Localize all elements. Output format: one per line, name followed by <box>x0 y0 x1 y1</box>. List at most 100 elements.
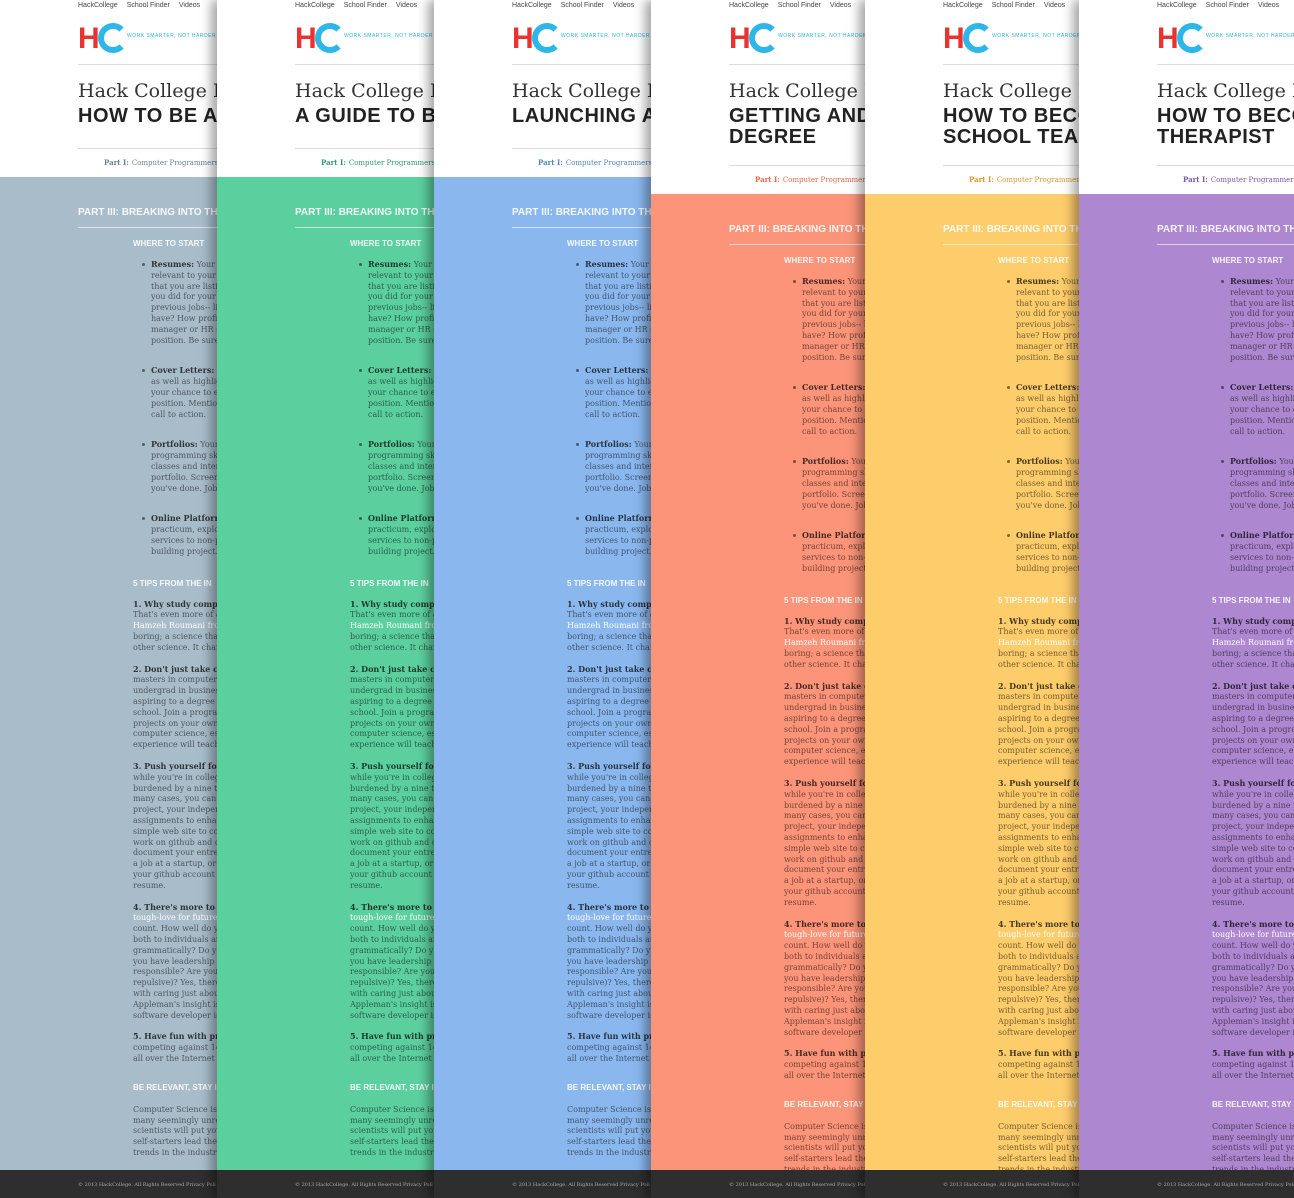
nav-link-school-finder[interactable]: School Finder <box>127 2 170 9</box>
bullet-line: previous jobs-- lis <box>151 303 223 313</box>
footer-copyright: © 2013 HackCollege. All Rights Reserved … <box>943 1182 1081 1188</box>
tip-line: burdened by a nine to <box>133 783 223 793</box>
tip-line: project, your independ <box>350 805 443 815</box>
nav-link-videos[interactable]: Videos <box>179 2 200 9</box>
hc-logo[interactable]: H <box>1157 22 1227 56</box>
bullet-line: your chance to ex <box>151 387 223 397</box>
hc-logo[interactable]: H <box>78 22 148 56</box>
bullet-line: manager or HR su <box>585 324 660 334</box>
tip-line: other science. It chang <box>998 659 1092 669</box>
tip-line: document your entrep <box>350 848 441 858</box>
tip-line: both to individuals an <box>1212 951 1294 961</box>
nav-link-videos[interactable]: Videos <box>1044 2 1065 9</box>
tip-line: simple web site to coll <box>133 826 224 836</box>
tip-line: while you're in college <box>998 789 1090 799</box>
bullet-item: Online Platforms: practicum, explor serv… <box>1230 530 1294 574</box>
relevant-paragraph: Computer Science is a many seemingly unr… <box>1212 1122 1294 1176</box>
tip-line: undergrad in business <box>1212 703 1294 713</box>
nav-link-videos[interactable]: Videos <box>830 2 851 9</box>
bullet-label: Resumes: <box>585 259 629 269</box>
bullet-line: as well as highligh <box>585 377 661 387</box>
header-divider <box>1157 64 1294 65</box>
bullet-line: call to action. <box>1016 426 1072 436</box>
bullet-dot <box>142 263 145 266</box>
bullet-label: Cover Letters: <box>1016 382 1080 393</box>
tip-line: Appleman's insight is c <box>784 1016 878 1026</box>
tip-line: grammatically? Do you <box>784 962 878 972</box>
nav-link-videos[interactable]: Videos <box>1258 2 1279 9</box>
bullet-dot <box>793 534 796 538</box>
bullet-dot <box>1007 386 1010 390</box>
tip-line: project, your independ <box>567 805 660 815</box>
subheading-relevant: BE RELEVANT, STAY I <box>350 1082 434 1092</box>
bullet-line: services to non-p <box>1230 552 1294 562</box>
relevant-line: scientists will put you <box>350 1126 439 1136</box>
tip-line: school. Join a program <box>784 724 876 734</box>
tip-line: count. How well do yo <box>1212 941 1294 951</box>
bullet-line: building project. <box>802 563 870 573</box>
part-nav-link[interactable]: Part I: Computer Programmers <box>538 158 652 167</box>
bullet-dot <box>1007 534 1010 538</box>
bullet-line: building project. <box>368 546 436 556</box>
tip-line: grammatically? Do you <box>133 945 227 955</box>
nav-link-school-finder[interactable]: School Finder <box>344 2 387 9</box>
tip-line: competing against 14 y <box>567 1043 662 1053</box>
tip-line: software developer is a <box>133 1010 228 1020</box>
tip-line: experience will teach y <box>350 740 444 750</box>
part-nav-link[interactable]: Part I: Computer Programmers <box>755 175 869 184</box>
nav-link-videos[interactable]: Videos <box>613 2 634 9</box>
part-nav-link[interactable]: Part I: Computer Programmers <box>1183 175 1294 184</box>
tip-line: experience will teach y <box>998 757 1092 767</box>
part-nav-link[interactable]: Part I: Computer Programmers <box>321 158 435 167</box>
tagline: WORK SMARTER, NOT HARDER <box>992 33 1082 39</box>
tip-line: your github account w <box>784 886 876 896</box>
nav-link-hackcollege[interactable]: HackCollege <box>729 2 769 9</box>
site-title: Hack College Pr <box>78 80 235 102</box>
hc-logo[interactable]: H <box>512 22 582 56</box>
guide-page: HackCollege School Finder Videos H WORK SMAR… <box>1079 0 1294 1198</box>
nav-link-hackcollege[interactable]: HackCollege <box>295 2 335 9</box>
bullet-line: practicum, explor <box>368 525 440 535</box>
bullet-dot <box>793 386 796 390</box>
bullet-line: you did for your c <box>1016 309 1088 319</box>
tip-line: responsible? Are you a <box>1212 984 1294 994</box>
part-nav-link[interactable]: Part I: Computer Programmers <box>969 175 1083 184</box>
tip-line: That's even more of a r <box>133 610 227 620</box>
bullet-line: classes and intern <box>151 461 225 471</box>
part-nav-link[interactable]: Part I: Computer Programmers <box>104 158 218 167</box>
bullet-line: call to action. <box>368 409 424 419</box>
bullet-line: previous jobs-- lis <box>1016 320 1088 330</box>
relevant-line: trends in the industry <box>133 1147 222 1157</box>
tip-item: 2. Don't just take class masters in comp… <box>1212 681 1294 768</box>
bullet-dot <box>576 369 579 373</box>
nav-link-school-finder[interactable]: School Finder <box>992 2 1035 9</box>
bullet-line: manager or HR su <box>368 324 443 334</box>
hc-logo[interactable]: H <box>729 22 799 56</box>
tip-line: experience will teach y <box>784 757 878 767</box>
bullet-item: Cover Letters: Yo as well as highligh yo… <box>368 365 443 420</box>
nav-link-hackcollege[interactable]: HackCollege <box>943 2 983 9</box>
nav-link-hackcollege[interactable]: HackCollege <box>512 2 552 9</box>
nav-link-school-finder[interactable]: School Finder <box>1206 2 1249 9</box>
nav-link-hackcollege[interactable]: HackCollege <box>78 2 118 9</box>
section-heading: PART III: BREAKING INTO TH <box>729 224 869 235</box>
part-text: Computer Programmers <box>131 159 219 167</box>
tip-line: projects on your own. <box>784 735 873 745</box>
bullet-line: services to non-p <box>1016 552 1086 562</box>
tip-line: other science. It chang <box>1212 659 1294 669</box>
tip-line: you have leadership sk <box>1212 973 1294 983</box>
nav-link-videos[interactable]: Videos <box>396 2 417 9</box>
hc-logo[interactable]: H <box>295 22 365 56</box>
tip-line: you have leadership sk <box>133 956 226 966</box>
tip-line: tough-love for future c <box>1212 930 1294 940</box>
bullet-line: you did for your c <box>802 309 874 319</box>
nav-link-hackcollege[interactable]: HackCollege <box>1157 2 1197 9</box>
hc-logo[interactable]: H <box>943 22 1013 56</box>
bullet-line: you did for your c <box>151 292 223 302</box>
tip-line: assignments to enhan <box>998 832 1087 842</box>
nav-link-school-finder[interactable]: School Finder <box>561 2 604 9</box>
tip-line: simple web site to coll <box>350 826 441 836</box>
relevant-line: Computer Science is a <box>567 1104 659 1114</box>
nav-link-school-finder[interactable]: School Finder <box>778 2 821 9</box>
tip-line: masters in computer s <box>1212 692 1294 702</box>
